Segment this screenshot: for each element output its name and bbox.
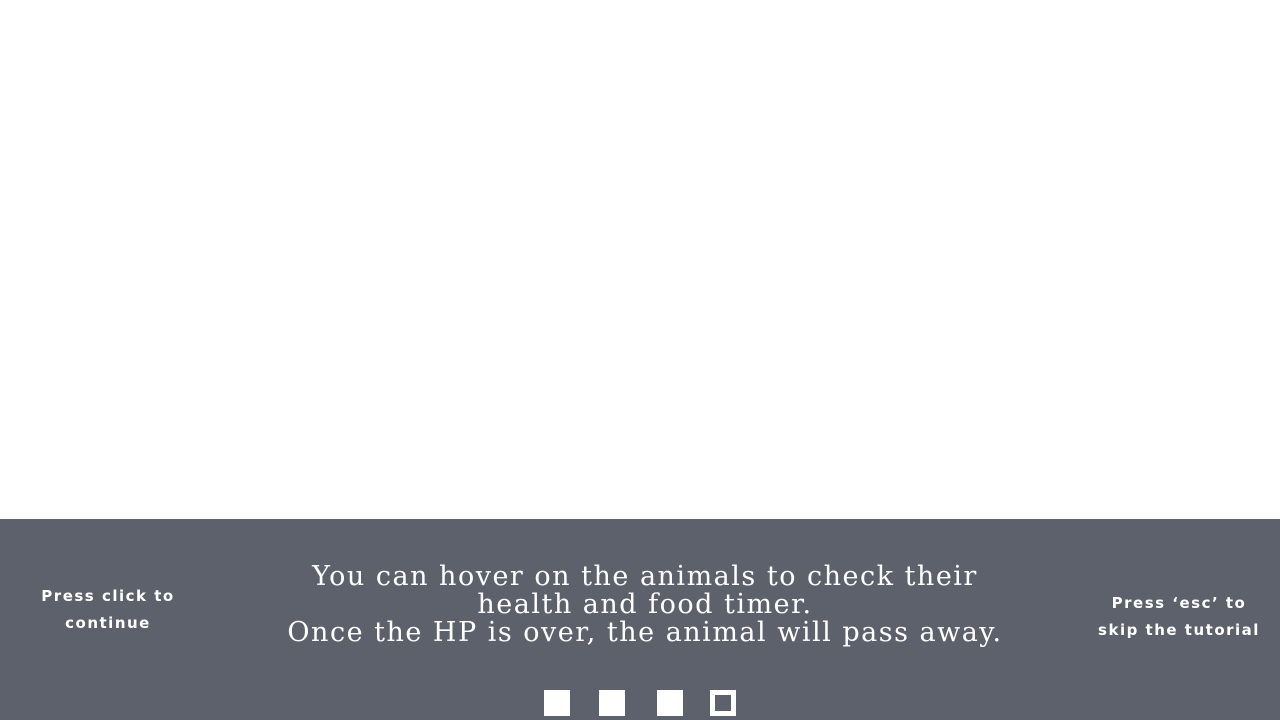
tutorial-step-indicator [710, 690, 736, 716]
tutorial-message-line: You can hover on the animals to check th… [312, 561, 978, 592]
skip-tutorial-hint: Press ‘esc’ to skip the tutorial [1098, 594, 1260, 639]
tutorial-step-indicator [544, 690, 570, 716]
tutorial-progress [0, 690, 1280, 716]
tutorial-message: You can hover on the animals to check th… [230, 563, 1060, 647]
tutorial-message-line: health and food timer. [477, 589, 813, 620]
tutorial-message-line: Once the HP is over, the animal will pas… [287, 617, 1003, 648]
continue-hint: Press click to continue [41, 587, 175, 632]
game-scene[interactable] [0, 0, 1280, 519]
tutorial-step-indicator [657, 690, 683, 716]
tutorial-panel[interactable]: Press click to continue You can hover on… [0, 519, 1280, 720]
tutorial-step-indicator [599, 690, 625, 716]
